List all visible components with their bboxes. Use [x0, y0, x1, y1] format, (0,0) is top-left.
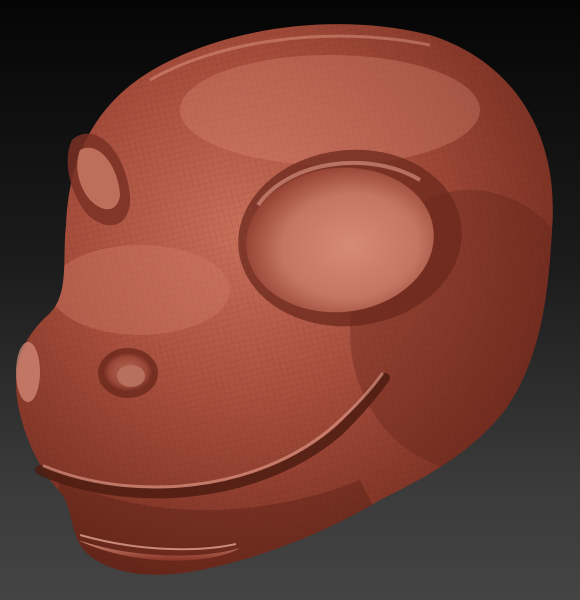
snout-tip: [16, 342, 40, 402]
sculpt-render: [16, 24, 553, 575]
nostril: [98, 348, 158, 398]
3d-viewport[interactable]: [0, 0, 580, 600]
